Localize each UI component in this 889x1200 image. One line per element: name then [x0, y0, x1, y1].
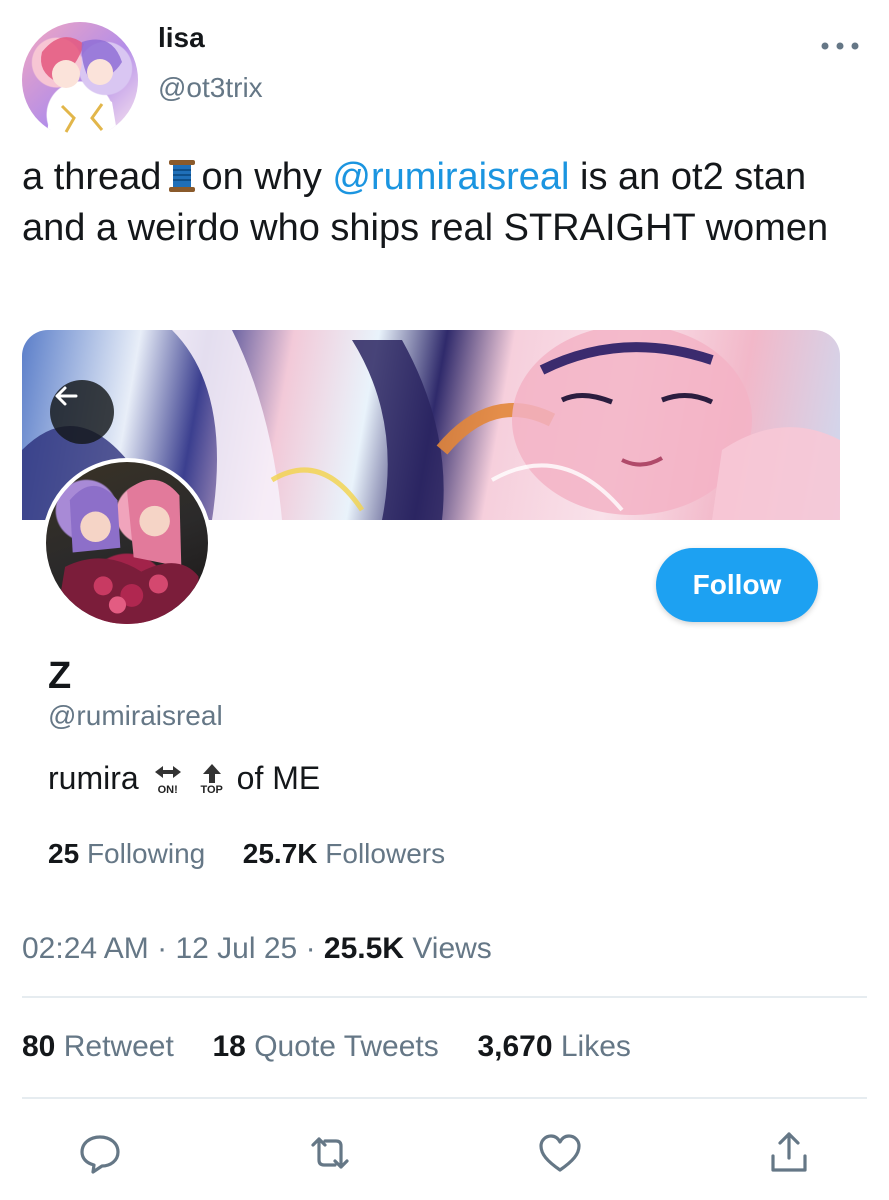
mention-link[interactable]: @rumiraisreal — [332, 156, 569, 198]
top-arrow-icon: TOP — [193, 762, 231, 796]
reply-button[interactable] — [75, 1128, 125, 1178]
likes-label: Likes — [560, 1030, 631, 1063]
on-arrow-icon: ON! — [149, 762, 187, 796]
meta-separator: · — [157, 932, 168, 965]
profile-name[interactable]: Z — [48, 655, 71, 698]
followers-count: 25.7K — [242, 838, 318, 869]
more-options-icon[interactable] — [818, 36, 862, 56]
quotes-label: Quote Tweets — [254, 1030, 439, 1063]
retweet-button[interactable] — [305, 1128, 355, 1178]
anime-illustration-avatar-icon — [41, 37, 122, 138]
retweet-icon — [311, 1137, 349, 1169]
reply-icon — [80, 1135, 120, 1174]
profile-avatar[interactable] — [42, 458, 212, 628]
retweets-label: Retweet — [63, 1030, 174, 1063]
likes-stat[interactable]: 3,670 Likes — [477, 1030, 630, 1063]
following-label: Following — [86, 838, 206, 869]
on-arrow-label: ON! — [157, 783, 178, 796]
profile-stats: 25 Following 25.7K Followers — [48, 838, 445, 870]
author-name[interactable]: lisa — [158, 22, 205, 54]
profile-handle[interactable]: @rumiraisreal — [48, 700, 223, 732]
retweets-count: 80 — [22, 1030, 56, 1063]
followers-stat[interactable]: 25.7K Followers — [243, 838, 445, 869]
quotes-stat[interactable]: 18 Quote Tweets — [212, 1030, 438, 1063]
spool-of-thread-icon — [167, 157, 197, 193]
back-button[interactable] — [50, 380, 114, 444]
divider — [22, 996, 867, 998]
anime-characters-avatar-icon — [55, 479, 199, 624]
bio-text: rumira — [48, 760, 139, 796]
author-handle[interactable]: @ot3trix — [158, 72, 263, 104]
followers-label: Followers — [325, 838, 446, 869]
likes-count: 3,670 — [477, 1030, 553, 1063]
tweet-meta: 02:24 AM · 12 Jul 25 · 25.5K Views — [22, 932, 492, 966]
author-avatar[interactable] — [22, 22, 138, 138]
top-arrow-label: TOP — [200, 783, 223, 796]
views-count: 25.5K — [323, 932, 404, 965]
action-bar — [0, 1128, 889, 1178]
engagement-stats: 80 Retweet 18 Quote Tweets 3,670 Likes — [22, 1030, 631, 1064]
tweet-date[interactable]: 12 Jul 25 — [175, 932, 297, 965]
bio-text: of ME — [236, 760, 321, 796]
meta-separator: · — [305, 932, 316, 965]
follow-button[interactable]: Follow — [656, 548, 818, 622]
tweet-text: a thread on why @rumiraisreal is an ot2 s… — [22, 152, 872, 254]
tweet-text-part: a thread — [22, 156, 162, 198]
like-icon — [539, 1134, 581, 1172]
following-stat[interactable]: 25 Following — [48, 838, 205, 869]
tweet-time[interactable]: 02:24 AM — [22, 932, 149, 965]
like-button[interactable] — [535, 1128, 585, 1178]
quotes-count: 18 — [212, 1030, 246, 1063]
share-button[interactable] — [764, 1128, 814, 1178]
tweet-text-part: on why — [201, 156, 322, 198]
views-label: Views — [412, 932, 492, 965]
profile-bio: rumira ON! TOP of ME — [48, 760, 320, 797]
profile-card: Follow — [22, 330, 840, 640]
retweets-stat[interactable]: 80 Retweet — [22, 1030, 174, 1063]
following-count: 25 — [48, 838, 80, 869]
arrow-left-icon — [55, 386, 78, 406]
divider — [22, 1097, 867, 1099]
share-icon — [771, 1132, 807, 1172]
